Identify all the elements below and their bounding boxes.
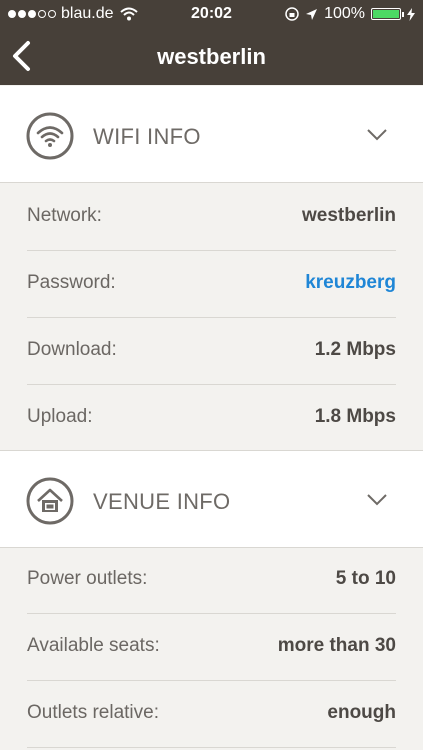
- navigation-bar: westberlin: [0, 28, 423, 85]
- charging-bolt-icon: [407, 7, 415, 21]
- row-label: Available seats:: [27, 635, 160, 656]
- row-label: Power outlets:: [27, 568, 148, 589]
- venue-info-header[interactable]: VENUE INFO: [0, 450, 423, 548]
- venue-info-title: VENUE INFO: [93, 489, 231, 514]
- rotation-lock-icon: [285, 7, 299, 21]
- info-row-password: Password: kreuzberg: [27, 250, 396, 318]
- wifi-info-header[interactable]: WIFI INFO: [0, 86, 423, 183]
- info-row-upload: Upload: 1.8 Mbps: [27, 384, 396, 451]
- row-label: Network:: [27, 205, 102, 226]
- row-label: Outlets relative:: [27, 702, 159, 723]
- row-value: westberlin: [302, 205, 396, 226]
- battery-icon: [371, 8, 404, 20]
- house-icon: [26, 477, 74, 525]
- row-label: Password:: [27, 272, 116, 293]
- row-value: more than 30: [277, 635, 396, 656]
- row-label: Upload:: [27, 406, 93, 427]
- row-value: 5 to 10: [335, 568, 396, 589]
- password-link[interactable]: kreuzberg: [305, 272, 396, 294]
- status-right: 100%: [285, 5, 415, 23]
- row-value: enough: [327, 702, 396, 723]
- location-arrow-icon: [306, 8, 318, 20]
- row-value: 1.8 Mbps: [314, 406, 396, 427]
- page-title: westberlin: [157, 44, 266, 69]
- row-value: 1.2 Mbps: [314, 339, 396, 360]
- info-row-download: Download: 1.2 Mbps: [27, 317, 396, 385]
- wifi-info-title: WIFI INFO: [93, 124, 201, 149]
- wifi-icon: [26, 112, 74, 160]
- chevron-down-icon[interactable]: [367, 129, 387, 141]
- chevron-down-icon[interactable]: [367, 494, 387, 506]
- info-row-network: Network: westberlin: [27, 183, 396, 251]
- info-row-power-outlets: Power outlets: 5 to 10: [27, 546, 396, 614]
- info-row-outlets-relative: Outlets relative: enough: [27, 680, 396, 748]
- status-bar: blau.de 20:02 100%: [0, 0, 423, 28]
- row-label: Download:: [27, 339, 117, 360]
- info-row-available-seats: Available seats: more than 30: [27, 613, 396, 681]
- battery-percent: 100%: [324, 5, 365, 22]
